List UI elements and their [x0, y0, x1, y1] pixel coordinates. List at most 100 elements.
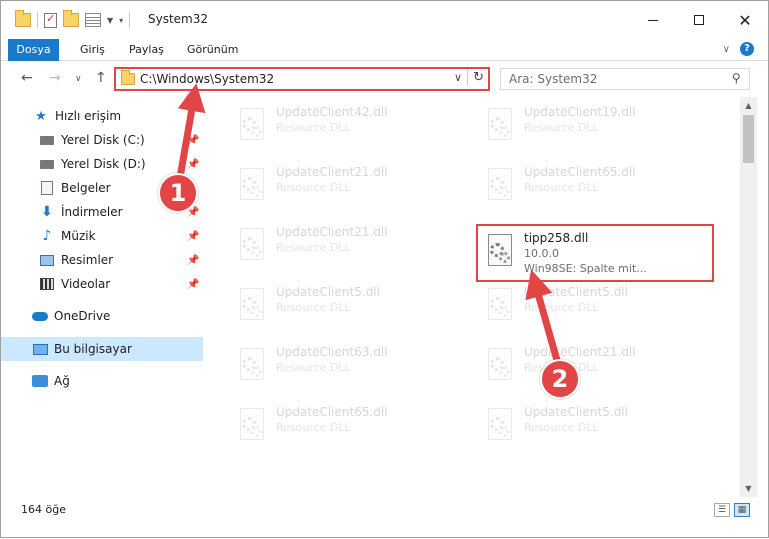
file-name: UpdateClient65.dll	[524, 165, 636, 179]
details-view-icon[interactable]: ☰	[714, 503, 730, 517]
maximize-icon	[694, 15, 704, 25]
close-button[interactable]: ✕	[722, 1, 768, 39]
new-folder-icon[interactable]	[63, 10, 79, 27]
up-arrow-icon[interactable]: ↑	[95, 70, 107, 86]
navigation-pane: ★ Hızlı erişim Yerel Disk (C:) 📌 Yerel D…	[1, 97, 206, 497]
minimize-button[interactable]	[630, 1, 676, 39]
toolbar-separator	[37, 12, 38, 28]
status-bar: 164 öğe ☰ ▦	[1, 499, 768, 521]
folder-icon[interactable]	[15, 10, 31, 27]
scroll-down-icon[interactable]: ▼	[740, 480, 757, 497]
sidebar-item-label: OneDrive	[54, 309, 111, 323]
explorer-window: ▼ ▾ System32 ✕ Dosya Giriş Paylaş Görünü…	[0, 0, 769, 538]
file-item[interactable]: UpdateClient5.dll Resource DLL	[478, 280, 708, 328]
file-item[interactable]: UpdateClient5.dll Resource DLL	[478, 400, 708, 448]
address-dropdown-icon[interactable]: ∨	[454, 71, 462, 84]
file-type: Resource DLL	[524, 421, 599, 434]
file-item[interactable]: UpdateClient63.dll Resource DLL	[230, 340, 460, 388]
sidebar-item-network[interactable]: Ağ	[1, 369, 203, 393]
sidebar-item-this-pc[interactable]: Bu bilgisayar	[1, 337, 203, 361]
forward-arrow-icon[interactable]: →	[49, 70, 61, 86]
annotation-badge-2: 2	[540, 359, 580, 399]
sidebar-item-local-disk-c[interactable]: Yerel Disk (C:) 📌	[1, 128, 203, 152]
dll-file-icon	[486, 348, 516, 382]
file-name: UpdateClient5.dll	[524, 285, 628, 299]
chevron-down-icon[interactable]: ▼	[107, 16, 113, 25]
sidebar-item-local-disk-d[interactable]: Yerel Disk (D:) 📌	[1, 152, 203, 176]
view-properties-icon[interactable]	[85, 13, 101, 27]
address-path[interactable]: C:\Windows\System32	[140, 72, 274, 86]
file-type: Resource DLL	[276, 301, 351, 314]
pin-icon[interactable]: 📌	[187, 135, 199, 146]
dll-file-icon	[238, 408, 268, 442]
videos-icon	[39, 276, 55, 292]
pin-icon[interactable]: 📌	[187, 159, 199, 170]
file-name: UpdateClient63.dll	[276, 345, 388, 359]
music-icon: ♪	[42, 228, 52, 244]
file-list: UpdateClient42.dll Resource DLL UpdateCl…	[206, 97, 740, 497]
file-item[interactable]: UpdateClient21.dll Resource DLL	[230, 220, 460, 268]
file-item[interactable]: UpdateClient42.dll Resource DLL	[230, 100, 460, 148]
file-name: UpdateClient21.dll	[524, 345, 636, 359]
quick-access-toolbar: ▼ ▾	[15, 10, 131, 28]
dll-file-icon	[238, 108, 268, 142]
caption-buttons: ✕	[630, 1, 768, 39]
file-item[interactable]: UpdateClient65.dll Resource DLL	[230, 400, 460, 448]
local-disk-d-icon	[39, 156, 55, 172]
item-count: 164 öğe	[21, 503, 66, 516]
sidebar-item-label: Yerel Disk (C:)	[61, 133, 145, 147]
file-name: UpdateClient19.dll	[524, 105, 636, 119]
pin-icon[interactable]: 📌	[187, 231, 199, 242]
expand-ribbon-icon[interactable]: ∨	[723, 44, 730, 55]
scrollbar-thumb[interactable]	[743, 115, 754, 163]
refresh-icon[interactable]: ↻	[467, 70, 484, 85]
view-buttons: ☰ ▦	[714, 503, 750, 517]
file-name: UpdateClient65.dll	[276, 405, 388, 419]
highlighted-file-item[interactable]: tipp258.dll 10.0.0 Win98SE: Spalte mit..…	[476, 224, 714, 282]
file-item[interactable]: UpdateClient21.dll Resource DLL	[478, 340, 708, 388]
window-title: System32	[148, 12, 209, 26]
sidebar-item-label: Resimler	[61, 253, 114, 267]
address-bar[interactable]: C:\Windows\System32 ∨ ↻	[114, 67, 490, 91]
tab-view[interactable]: Görünüm	[187, 39, 238, 61]
sidebar-item-pictures[interactable]: Resimler 📌	[1, 248, 203, 272]
dll-file-icon	[486, 408, 516, 442]
sidebar-item-label: Videolar	[61, 277, 111, 291]
navigation-bar: ← → ∨ ↑ C:\Windows\System32 ∨ ↻ Ara: Sys…	[1, 61, 768, 97]
recent-locations-chevron-icon[interactable]: ∨	[75, 74, 82, 84]
tab-share[interactable]: Paylaş	[129, 39, 164, 61]
dll-file-icon	[486, 168, 516, 202]
pin-icon[interactable]: 📌	[187, 279, 199, 290]
sidebar-item-quick-access[interactable]: ★ Hızlı erişim	[1, 104, 203, 128]
file-item[interactable]: UpdateClient5.dll Resource DLL	[230, 280, 460, 328]
star-icon: ★	[35, 108, 47, 124]
vertical-scrollbar[interactable]: ▲ ▼	[740, 97, 757, 497]
tiles-view-icon[interactable]: ▦	[734, 503, 750, 517]
pin-icon[interactable]: 📌	[187, 255, 199, 266]
back-arrow-icon[interactable]: ←	[21, 70, 33, 86]
sidebar-item-music[interactable]: ♪ Müzik 📌	[1, 224, 203, 248]
search-placeholder[interactable]: Ara: System32	[509, 72, 597, 86]
file-name: UpdateClient5.dll	[276, 285, 380, 299]
customize-toolbar-icon[interactable]: ▾	[119, 16, 123, 25]
file-description: Win98SE: Spalte mit...	[524, 262, 647, 275]
title-bar: ▼ ▾ System32 ✕	[1, 1, 768, 39]
sidebar-item-videos[interactable]: Videolar 📌	[1, 272, 203, 296]
dll-file-icon	[486, 288, 516, 322]
sidebar-item-onedrive[interactable]: OneDrive	[1, 304, 203, 328]
maximize-button[interactable]	[676, 1, 722, 39]
minimize-icon	[648, 19, 658, 21]
file-item[interactable]: UpdateClient65.dll Resource DLL	[478, 160, 708, 208]
search-icon[interactable]: ⚲	[732, 71, 741, 85]
scroll-up-icon[interactable]: ▲	[740, 97, 757, 114]
file-version: 10.0.0	[524, 247, 559, 260]
dll-file-icon	[238, 228, 268, 262]
properties-check-icon[interactable]	[44, 12, 57, 28]
file-type: Resource DLL	[524, 301, 599, 314]
file-item[interactable]: UpdateClient21.dll Resource DLL	[230, 160, 460, 208]
help-icon[interactable]: ?	[740, 42, 754, 56]
file-item[interactable]: UpdateClient19.dll Resource DLL	[478, 100, 708, 148]
sidebar-item-label: Bu bilgisayar	[54, 342, 132, 356]
tab-home[interactable]: Giriş	[80, 39, 105, 61]
search-box[interactable]: Ara: System32 ⚲	[500, 68, 750, 90]
